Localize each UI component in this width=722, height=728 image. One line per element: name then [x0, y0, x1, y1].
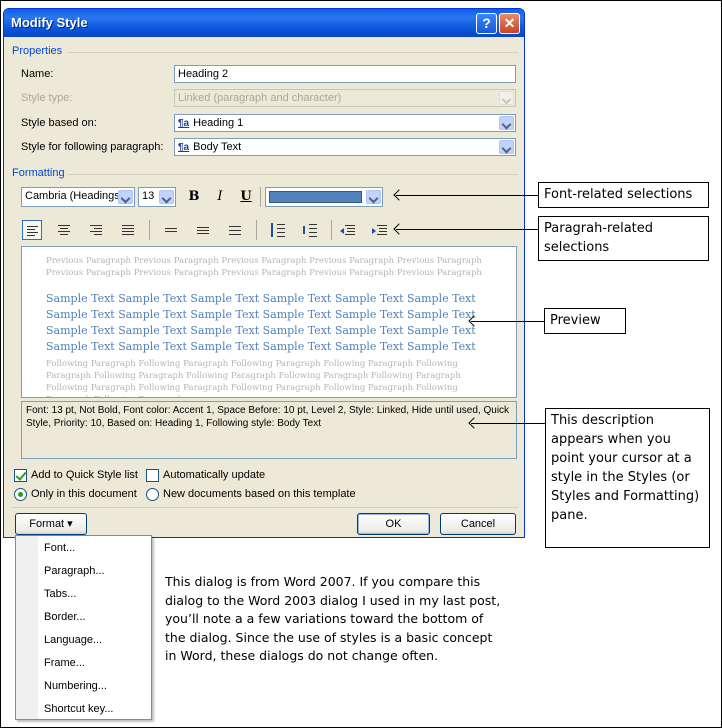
one-half-spacing-button[interactable] [193, 220, 213, 240]
justify-button[interactable] [118, 220, 138, 240]
callout-arrow [471, 321, 544, 322]
menu-item-font[interactable]: Font... [44, 537, 75, 559]
cancel-button[interactable]: Cancel [440, 513, 516, 535]
name-field[interactable]: Heading 2 [174, 65, 516, 83]
increase-paragraph-spacing-button[interactable] [268, 220, 288, 240]
new-documents-label: New documents based on this template [163, 488, 356, 500]
style-description: Font: 13 pt, Not Bold, Font color: Accen… [21, 401, 517, 459]
style-type-select: Linked (paragraph and character) [174, 89, 516, 107]
align-center-button[interactable] [54, 220, 74, 240]
paragraph-style-icon: ¶a [178, 118, 190, 129]
format-menu: Font... Paragraph... Tabs... Border... L… [15, 535, 152, 720]
modify-style-dialog: Modify Style ? ✕ Properties Name: Headin… [3, 8, 525, 538]
auto-update-label: Automatically update [163, 469, 266, 481]
callout-font: Font-related selections [538, 182, 709, 208]
font-color-swatch [269, 191, 362, 203]
callout-description: This description appears when you point … [545, 408, 710, 548]
font-value: Cambria (Headings) [25, 190, 124, 202]
chevron-down-icon[interactable] [366, 190, 381, 204]
menu-item-frame[interactable]: Frame... [44, 652, 85, 674]
add-quick-style-checkbox[interactable] [14, 469, 27, 482]
following-label: Style for following paragraph: [21, 141, 164, 153]
following-paragraph-text: Following Paragraph Following Paragraph … [46, 359, 461, 397]
menu-item-tabs[interactable]: Tabs... [44, 583, 76, 605]
following-value: Body Text [193, 141, 242, 153]
close-button[interactable]: ✕ [499, 13, 520, 34]
font-color-select[interactable] [265, 187, 383, 207]
callout-paragraph: Paragrah-related selections [538, 216, 709, 261]
italic-button[interactable]: I [210, 187, 230, 207]
dialog-title: Modify Style [11, 15, 88, 30]
align-left-button[interactable] [22, 220, 42, 240]
size-select[interactable]: 13 [138, 187, 176, 207]
auto-update-checkbox[interactable] [146, 469, 159, 482]
single-spacing-button[interactable] [161, 220, 181, 240]
callout-arrow [396, 195, 538, 196]
callout-arrow [396, 229, 538, 230]
only-this-document-radio[interactable] [14, 488, 27, 501]
chevron-down-icon[interactable] [159, 190, 174, 204]
name-value: Heading 2 [178, 68, 229, 80]
toolbar-separator [260, 187, 261, 207]
font-style-buttons: B I U [184, 187, 264, 207]
toolbar-separator [331, 220, 332, 240]
divider [68, 174, 518, 175]
decrease-indent-button[interactable] [338, 220, 358, 240]
chevron-down-icon[interactable] [118, 190, 133, 204]
previous-paragraph-text: Previous Paragraph Previous Paragraph Pr… [46, 256, 482, 278]
divider [68, 52, 518, 53]
based-on-select[interactable]: ¶a Heading 1 [174, 114, 516, 132]
underline-button[interactable]: U [236, 187, 256, 207]
chevron-down-icon[interactable] [499, 140, 514, 154]
menu-item-numbering[interactable]: Numbering... [44, 675, 107, 697]
menu-item-paragraph[interactable]: Paragraph... [44, 560, 105, 582]
title-bar: Modify Style ? ✕ [4, 9, 524, 37]
style-type-value: Linked (paragraph and character) [178, 92, 342, 104]
increase-indent-button[interactable] [370, 220, 390, 240]
toolbar-separator [149, 220, 150, 240]
chevron-down-icon [499, 91, 514, 105]
menu-item-border[interactable]: Border... [44, 606, 86, 628]
format-button[interactable]: Format ▾ [15, 513, 87, 535]
formatting-group-label: Formatting [12, 167, 65, 179]
menu-item-shortcut-key[interactable]: Shortcut key... [44, 698, 114, 720]
bold-button[interactable]: B [184, 187, 204, 207]
following-select[interactable]: ¶a Body Text [174, 138, 516, 156]
menu-icon-strip [16, 536, 38, 719]
properties-group-label: Properties [12, 45, 63, 57]
paragraph-style-icon: ¶a [178, 142, 190, 153]
name-label: Name: [21, 68, 54, 80]
sample-text: Sample Text Sample Text Sample Text Samp… [46, 292, 476, 353]
only-this-document-label: Only in this document [31, 488, 137, 500]
add-quick-style-label: Add to Quick Style list [31, 469, 138, 481]
callout-preview: Preview [544, 308, 626, 334]
ok-button[interactable]: OK [357, 513, 430, 535]
based-on-value: Heading 1 [193, 117, 244, 129]
toolbar-separator [256, 220, 257, 240]
double-spacing-button[interactable] [225, 220, 245, 240]
align-right-button[interactable] [86, 220, 106, 240]
caption-text: This dialog is from Word 2007. If you co… [165, 574, 501, 663]
based-on-label: Style based on: [21, 117, 97, 129]
size-value: 13 [142, 190, 155, 202]
chevron-down-icon[interactable] [499, 116, 514, 130]
font-select[interactable]: Cambria (Headings) [21, 187, 135, 207]
new-documents-radio[interactable] [146, 488, 159, 501]
decrease-paragraph-spacing-button[interactable] [300, 220, 320, 240]
preview-pane: Previous Paragraph Previous Paragraph Pr… [21, 246, 517, 398]
divider [12, 507, 518, 508]
style-type-label: Style type: [21, 92, 73, 104]
help-button[interactable]: ? [476, 13, 497, 34]
menu-item-language[interactable]: Language... [44, 629, 102, 651]
callout-arrow [471, 423, 545, 424]
